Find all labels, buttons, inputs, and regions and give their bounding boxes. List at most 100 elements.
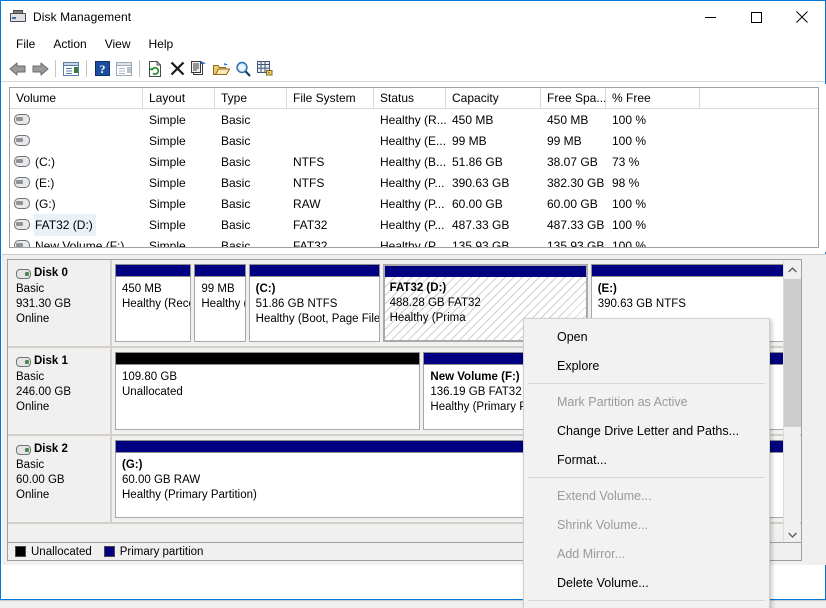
- maximize-button[interactable]: [733, 1, 779, 33]
- cell-free-space: 382.30 GB: [541, 173, 606, 193]
- window-controls: [687, 1, 825, 33]
- cell-percent-free: 100 %: [606, 215, 700, 235]
- properties-icon[interactable]: [188, 58, 210, 80]
- partition-line-1: (C:): [256, 282, 379, 297]
- cell-status: Healthy (B...: [374, 152, 446, 172]
- cell-volume: [10, 114, 143, 125]
- toolbar-separator: [86, 60, 87, 77]
- back-icon[interactable]: [7, 58, 29, 80]
- table-row-selected[interactable]: FAT32 (D:) Simple Basic FAT32 Healthy (P…: [10, 214, 818, 235]
- cell-percent-free: 100 %: [606, 110, 700, 130]
- column-header-free-space[interactable]: Free Spa...: [541, 88, 606, 108]
- table-row[interactable]: Simple Basic Healthy (E... 99 MB 99 MB 1…: [10, 130, 818, 151]
- minimize-button[interactable]: [687, 1, 733, 33]
- table-row[interactable]: (E:) Simple Basic NTFS Healthy (P... 390…: [10, 172, 818, 193]
- menu-action[interactable]: Action: [44, 36, 95, 53]
- graphical-view-scrollbar[interactable]: [783, 261, 800, 543]
- context-menu-item-mark-partition-as-active: Mark Partition as Active: [524, 387, 769, 416]
- cell-volume-label: (G:): [35, 194, 56, 214]
- column-header-capacity[interactable]: Capacity: [446, 88, 541, 108]
- context-menu-item-delete-volume[interactable]: Delete Volume...: [524, 568, 769, 597]
- legend-item-primary-partition: Primary partition: [104, 546, 204, 558]
- context-menu-item-change-drive-letter-and-paths[interactable]: Change Drive Letter and Paths...: [524, 416, 769, 445]
- context-menu-item-shrink-volume: Shrink Volume...: [524, 510, 769, 539]
- cell-layout: Simple: [143, 236, 215, 249]
- table-row[interactable]: (C:) Simple Basic NTFS Healthy (B... 51.…: [10, 151, 818, 172]
- table-row[interactable]: Simple Basic Healthy (R... 450 MB 450 MB…: [10, 109, 818, 130]
- delete-icon[interactable]: [166, 58, 188, 80]
- volume-list-header: Volume Layout Type File System Status Ca…: [10, 88, 818, 109]
- table-row[interactable]: New Volume (F:) Simple Basic FAT32 Healt…: [10, 235, 818, 248]
- close-button[interactable]: [779, 1, 825, 33]
- cell-type: Basic: [215, 173, 287, 193]
- legend-swatch-primary-partition: [104, 546, 115, 557]
- column-header-layout[interactable]: Layout: [143, 88, 215, 108]
- disk-title: Disk 2: [16, 442, 110, 457]
- cell-volume: (C:): [10, 152, 143, 172]
- disk-title: Disk 0: [16, 266, 110, 281]
- cell-percent-free: 73 %: [606, 152, 700, 172]
- column-header-status[interactable]: Status: [374, 88, 446, 108]
- menu-help[interactable]: Help: [140, 36, 183, 53]
- cell-volume-label: (E:): [35, 173, 54, 193]
- context-menu-item-properties[interactable]: Properties: [524, 604, 769, 608]
- cell-capacity: 135.93 GB: [446, 236, 541, 249]
- disk-name: Disk 0: [34, 266, 68, 281]
- partition-line-1: (E:): [598, 282, 797, 297]
- disk-icon: [16, 269, 31, 279]
- disk-name: Disk 1: [34, 354, 68, 369]
- column-header-volume[interactable]: Volume: [10, 88, 143, 108]
- partition-block[interactable]: 99 MB Healthy (E: [194, 264, 245, 342]
- cell-file-system: RAW: [287, 194, 374, 214]
- menu-file[interactable]: File: [7, 36, 44, 53]
- table-row[interactable]: (G:) Simple Basic RAW Healthy (P... 60.0…: [10, 193, 818, 214]
- toolbar-separator: [139, 60, 140, 77]
- partition-line-3: Healthy (Boot, Page File, Cr: [256, 312, 379, 327]
- column-header-type[interactable]: Type: [215, 88, 287, 108]
- scrollbar-thumb[interactable]: [784, 279, 801, 427]
- disk-info-disk-2: Disk 2 Basic 60.00 GB Online: [8, 436, 112, 522]
- cell-capacity: 99 MB: [446, 131, 541, 151]
- window-title: Disk Management: [33, 10, 131, 24]
- partition-block-unallocated[interactable]: 109.80 GB Unallocated: [115, 352, 420, 430]
- show-hide-action-pane-icon[interactable]: [113, 58, 135, 80]
- show-hide-tree-icon[interactable]: [60, 58, 82, 80]
- cell-percent-free: 100 %: [606, 236, 700, 249]
- volume-icon: [14, 198, 30, 209]
- context-menu-item-explore[interactable]: Explore: [524, 351, 769, 380]
- disk-kind: Basic: [16, 370, 110, 385]
- menu-bar: File Action View Help: [1, 33, 825, 56]
- partition-line-3: Unallocated: [122, 385, 419, 400]
- cell-volume-label: New Volume (F:): [35, 236, 124, 249]
- partition-block-c[interactable]: (C:) 51.86 GB NTFS Healthy (Boot, Page F…: [249, 264, 380, 342]
- partition-body: 450 MB Healthy (Reco: [115, 277, 191, 342]
- partition-block[interactable]: 450 MB Healthy (Reco: [115, 264, 191, 342]
- cell-status: Healthy (R...: [374, 110, 446, 130]
- export-list-icon[interactable]: [254, 58, 276, 80]
- context-menu-item-open[interactable]: Open: [524, 322, 769, 351]
- scroll-down-button[interactable]: [784, 526, 801, 543]
- cell-percent-free: 98 %: [606, 173, 700, 193]
- cell-type: Basic: [215, 152, 287, 172]
- cell-type: Basic: [215, 194, 287, 214]
- cell-layout: Simple: [143, 194, 215, 214]
- context-menu-item-extend-volume: Extend Volume...: [524, 481, 769, 510]
- cell-status: Healthy (P...: [374, 194, 446, 214]
- scroll-up-button[interactable]: [784, 261, 801, 278]
- rescan-disks-icon[interactable]: [144, 58, 166, 80]
- partition-line-1: FAT32 (D:): [390, 281, 586, 296]
- partition-bar: [383, 264, 588, 277]
- help-icon[interactable]: ?: [91, 58, 113, 80]
- partition-line-2: 488.28 GB FAT32: [390, 296, 586, 311]
- column-header-file-system[interactable]: File System: [287, 88, 374, 108]
- menu-view[interactable]: View: [96, 36, 140, 53]
- context-menu-item-format[interactable]: Format...: [524, 445, 769, 474]
- column-header-blank[interactable]: [700, 88, 818, 108]
- search-icon[interactable]: [232, 58, 254, 80]
- forward-icon[interactable]: [29, 58, 51, 80]
- legend-label-primary-partition: Primary partition: [120, 546, 204, 558]
- column-header-percent-free[interactable]: % Free: [606, 88, 700, 108]
- cell-status: Healthy (P...: [374, 215, 446, 235]
- cell-status: Healthy (P...: [374, 236, 446, 249]
- open-icon[interactable]: [210, 58, 232, 80]
